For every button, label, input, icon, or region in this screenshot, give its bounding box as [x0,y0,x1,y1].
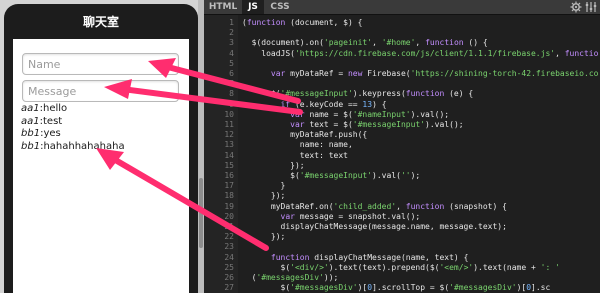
phone-frame: 聊天室 aa1:hello aa1:test bb1:yes bb1:hahah… [4,4,198,293]
code-area[interactable]: (function (document, $) { $(document).on… [242,15,598,293]
line-number: 19 [224,201,234,211]
line-number: 10 [224,109,234,119]
line-number: 15 [224,160,234,170]
code-line: $('#messageInput').val(''); [242,171,421,180]
code-line: ('#messagesDiv')); [242,273,339,282]
code-line: myDataRef.on('child_added', function (sn… [242,201,507,211]
code-line: var name = $('#nameInput').val(); [290,109,450,119]
code-line: var message = snapshot.val(); [280,211,421,221]
message-sender: aa1 [21,103,40,114]
line-number: 4 [229,48,234,58]
line-number: 22 [224,232,234,242]
code-line: }); [242,232,286,242]
code-line: $('<div/>').text(text).prepend($('<em/>'… [242,262,560,272]
tab-css[interactable]: CSS [267,0,293,14]
phone-screen: aa1:hello aa1:test bb1:yes bb1:hahahhaha… [13,39,189,293]
line-number: 20 [224,211,234,221]
tab-html[interactable]: HTML [208,0,238,14]
line-number: 26 [224,273,234,282]
code-line: text: text [242,150,348,160]
line-number: 14 [224,150,234,160]
code-line: }); [242,191,286,201]
line-number: 21 [224,222,234,231]
code-line: $(document).on('pageinit', '#home', func… [242,38,488,48]
message-item: aa1:hello [21,103,68,114]
line-number: 6 [229,69,234,78]
code-editor: HTML JS CSS 1 2 3 4 5 6 7 8 9 10 11 12 13 14 15 16 17 18 1… [204,0,600,293]
message-text: hahahhahahaha [43,140,125,152]
message-input[interactable] [22,80,179,102]
message-text: hello [43,103,68,114]
line-number: 13 [224,140,234,150]
message-item: bb1:hahahhahahaha [21,140,125,152]
editor-tabbar: HTML JS CSS [204,0,600,15]
line-number: 1 [229,18,234,27]
line-number: 18 [224,191,234,201]
code-line: var myDataRef = new Firebase('https://sh… [270,69,598,78]
messages-list: aa1:hello aa1:test bb1:yes bb1:hahahhaha… [21,103,186,153]
message-sender: bb1 [21,128,41,139]
code-line: } [242,181,286,191]
name-input[interactable] [22,53,179,75]
message-item: bb1:yes [21,128,61,139]
code-line: $('#messagesDiv')[0].scrollTop = $('#mes… [242,283,551,293]
code-line: displayChatMessage(message.name, message… [242,222,507,231]
code-line: myDataRef.push({ [242,130,368,140]
line-number: 11 [224,120,234,129]
code-line: $('#messageInput').keypress(function (e)… [242,89,474,99]
line-number: 2 [229,28,234,38]
line-number: 5 [229,58,234,68]
code-line: function displayChatMessage(name, text) … [270,252,469,262]
code-line: }); [242,160,305,170]
sliders-icon[interactable] [585,1,597,13]
line-number: 7 [229,79,234,89]
line-number: 3 [229,38,234,48]
tab-js[interactable]: JS [242,0,264,14]
line-number: 9 [229,99,234,109]
code-line: name: name, [242,140,353,150]
line-number: 23 [224,242,234,252]
message-text: test [43,115,63,127]
message-sender: bb1 [21,140,41,152]
code-line: if (e.keyCode == 13) { [280,99,387,109]
line-number: 24 [224,252,234,262]
code-line: (function (document, $) { [242,18,363,27]
message-text: yes [43,128,61,139]
code-line: var text = $('#messageInput').val(); [290,120,464,129]
line-number: 16 [224,171,234,180]
line-number: 25 [224,262,234,272]
phone-preview-pane: 聊天室 aa1:hello aa1:test bb1:yes bb1:hahah… [0,0,204,293]
line-number: 12 [224,130,234,140]
message-item: aa1:test [21,115,63,127]
scrollbar-thumb[interactable] [199,178,203,248]
chatroom-title: 聊天室 [82,15,119,29]
line-number: 8 [229,89,234,99]
line-number-gutter: 1 2 3 4 5 6 7 8 9 10 11 12 13 14 15 16 17 18 19 20 21 22 23 24 2… [204,15,238,293]
settings-gear-icon[interactable] [570,1,582,13]
line-number: 17 [224,181,234,191]
line-number: 27 [224,283,234,293]
code-line: loadJS('https://cdn.firebase.com/js/clie… [242,48,598,58]
message-sender: aa1 [21,115,40,127]
